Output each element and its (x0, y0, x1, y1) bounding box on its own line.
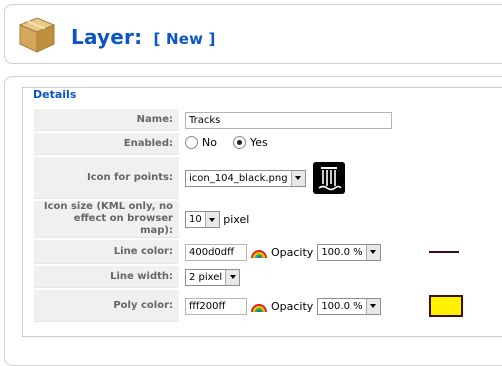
chevron-down-icon (225, 269, 240, 285)
icon-size-label: Icon size (KML only, no effect on browse… (34, 201, 179, 238)
chevron-down-icon (365, 244, 380, 260)
poly-color-label: Poly color: (34, 290, 179, 322)
enabled-yes-radio[interactable] (232, 136, 246, 149)
color-picker-icon[interactable] (251, 244, 267, 260)
row-icon-for-points: Icon for points: icon_104_black.png (34, 157, 463, 199)
name-input[interactable] (185, 111, 392, 129)
enabled-no-label: No (202, 136, 217, 149)
details-legend: Details (30, 88, 80, 101)
waterfall-icon (313, 162, 346, 194)
icon-size-unit: pixel (223, 213, 250, 226)
poly-color-input[interactable] (185, 297, 247, 315)
row-poly-color: Poly color: Opacity 100.0 % (34, 290, 463, 322)
line-color-label: Line color: (34, 240, 179, 264)
chevron-down-icon (204, 212, 219, 227)
page-subtitle: [ New ] (153, 30, 216, 48)
name-label: Name: (34, 109, 179, 131)
header-box: Layer: [ New ] (4, 4, 502, 64)
enabled-no-radio[interactable] (185, 136, 198, 149)
row-icon-size: Icon size (KML only, no effect on browse… (34, 201, 463, 238)
enabled-label: Enabled: (34, 133, 179, 155)
line-opacity-label: Opacity (271, 245, 314, 259)
icon-size-select[interactable]: 10 (185, 211, 220, 228)
page-title-text: Layer: (71, 25, 143, 49)
enabled-yes-label: Yes (249, 136, 268, 149)
poly-opacity-label: Opacity (271, 299, 314, 313)
package-icon (18, 17, 56, 53)
line-opacity-select[interactable]: 100.0 % (317, 243, 381, 261)
chevron-down-icon (290, 170, 305, 186)
line-color-preview (428, 251, 459, 253)
poly-color-preview (428, 295, 463, 317)
row-line-width: Line width: 2 pixel (34, 266, 463, 288)
line-width-label: Line width: (34, 266, 179, 288)
page-title: Layer: [ New ] (71, 25, 216, 49)
line-width-select[interactable]: 2 pixel (185, 268, 241, 286)
icon-for-points-label: Icon for points: (34, 157, 179, 199)
poly-opacity-select[interactable]: 100.0 % (317, 297, 381, 315)
icon-select[interactable]: icon_104_black.png (185, 169, 306, 187)
row-enabled: Enabled: No Yes (34, 133, 463, 155)
line-color-input[interactable] (185, 243, 247, 261)
row-line-color: Line color: Opacity 100.0 % (34, 240, 463, 264)
row-name: Name: (34, 109, 463, 131)
chevron-down-icon (365, 298, 380, 314)
details-form: Name: Enabled: No Yes Icon for points: i… (32, 107, 465, 324)
color-picker-icon[interactable] (251, 298, 267, 314)
